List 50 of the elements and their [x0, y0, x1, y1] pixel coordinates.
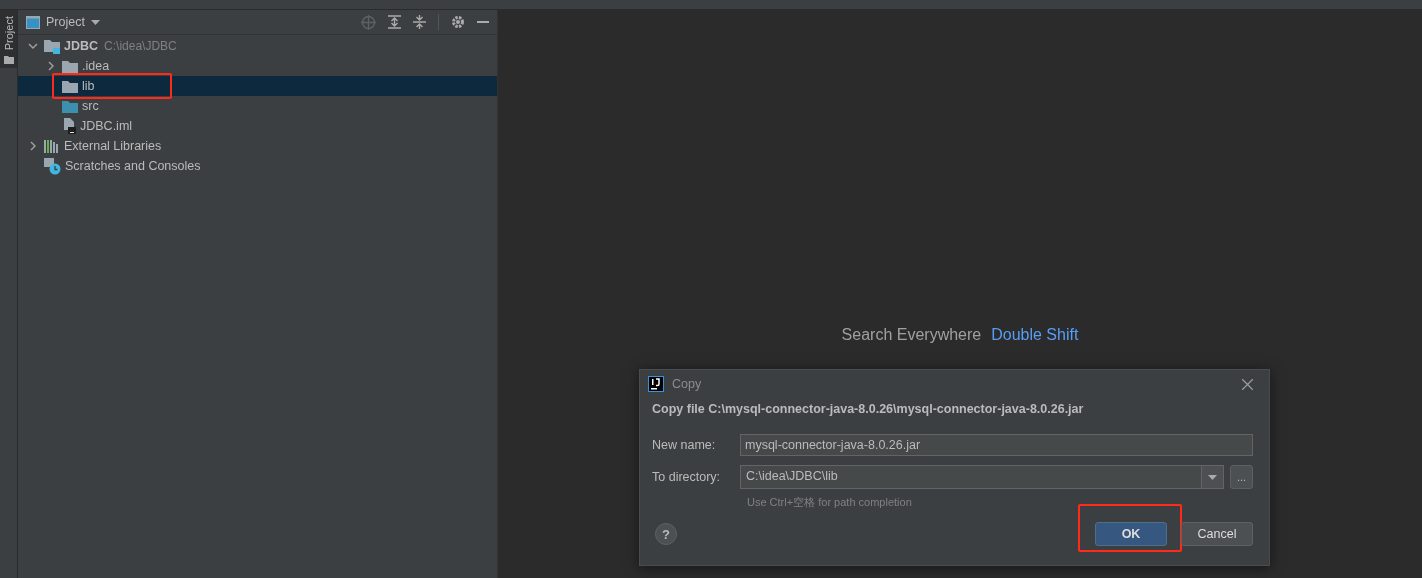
scratches-icon	[44, 157, 61, 175]
dropdown-button[interactable]	[1201, 466, 1223, 488]
project-tool-tab[interactable]: Project	[0, 10, 17, 69]
dialog-message: Copy file C:\mysql-connector-java-8.0.26\mysql-connector-java-8.0.26.jar	[652, 402, 1085, 416]
chevron-right-icon[interactable]	[46, 61, 56, 71]
item-name: JDBC.iml	[80, 119, 133, 133]
field-label: To directory:	[652, 470, 722, 484]
library-icon	[44, 139, 60, 153]
collapse-all-icon[interactable]	[413, 15, 426, 29]
folder-icon	[3, 56, 14, 65]
tree-item[interactable]: .idea	[18, 56, 497, 76]
tree-item[interactable]: External Libraries	[18, 136, 497, 156]
panel-title[interactable]: Project	[46, 15, 85, 29]
app-logo-icon	[648, 376, 664, 392]
caret-icon	[1208, 474, 1217, 480]
caret-icon[interactable]	[90, 19, 100, 25]
folder-icon	[62, 99, 78, 113]
expand-all-icon[interactable]	[388, 15, 401, 29]
folder-icon	[62, 59, 78, 73]
hint-shortcut: Double Shift	[991, 326, 1079, 344]
chevron-down-icon[interactable]	[28, 41, 38, 51]
tree-item[interactable]: lib	[18, 76, 497, 96]
item-name: lib	[82, 79, 95, 93]
tree-item[interactable]: JDBC.iml	[18, 116, 497, 136]
browse-button[interactable]: ...	[1230, 465, 1253, 489]
directory-combo-box[interactable]: C:\idea\JDBC\lib	[740, 465, 1224, 489]
item-name: JDBC	[64, 39, 99, 53]
hint-label: Search Everywhere	[841, 326, 982, 344]
field-note: Use Ctrl+空格 for path completion	[747, 495, 913, 510]
item-name: .idea	[82, 59, 110, 73]
dialog-button[interactable]: Cancel	[1181, 522, 1253, 546]
tree-item[interactable]: src	[18, 96, 497, 116]
item-name: External Libraries	[64, 139, 162, 153]
item-path: C:\idea\JDBC	[104, 39, 177, 53]
item-name: src	[82, 99, 99, 113]
dialog-title: Copy	[672, 377, 702, 391]
chevron-right-icon[interactable]	[28, 141, 38, 151]
field-label: New name:	[652, 438, 717, 452]
close-icon[interactable]	[1242, 378, 1253, 390]
item-name: Scratches and Consoles	[65, 159, 201, 173]
new-name-field[interactable]: mysql-connector-java-8.0.26.jar	[740, 434, 1253, 456]
dialog-button[interactable]: OK	[1095, 522, 1167, 546]
window-icon	[26, 15, 40, 29]
folder-icon	[62, 79, 78, 93]
file-icon	[62, 118, 76, 134]
module-folder-icon	[44, 38, 60, 54]
help-button[interactable]: ?	[655, 523, 677, 545]
settings-icon[interactable]	[451, 15, 465, 29]
tree-item[interactable]: JDBC C:\idea\JDBC	[18, 36, 497, 56]
tree-item[interactable]: Scratches and Consoles	[18, 156, 497, 176]
